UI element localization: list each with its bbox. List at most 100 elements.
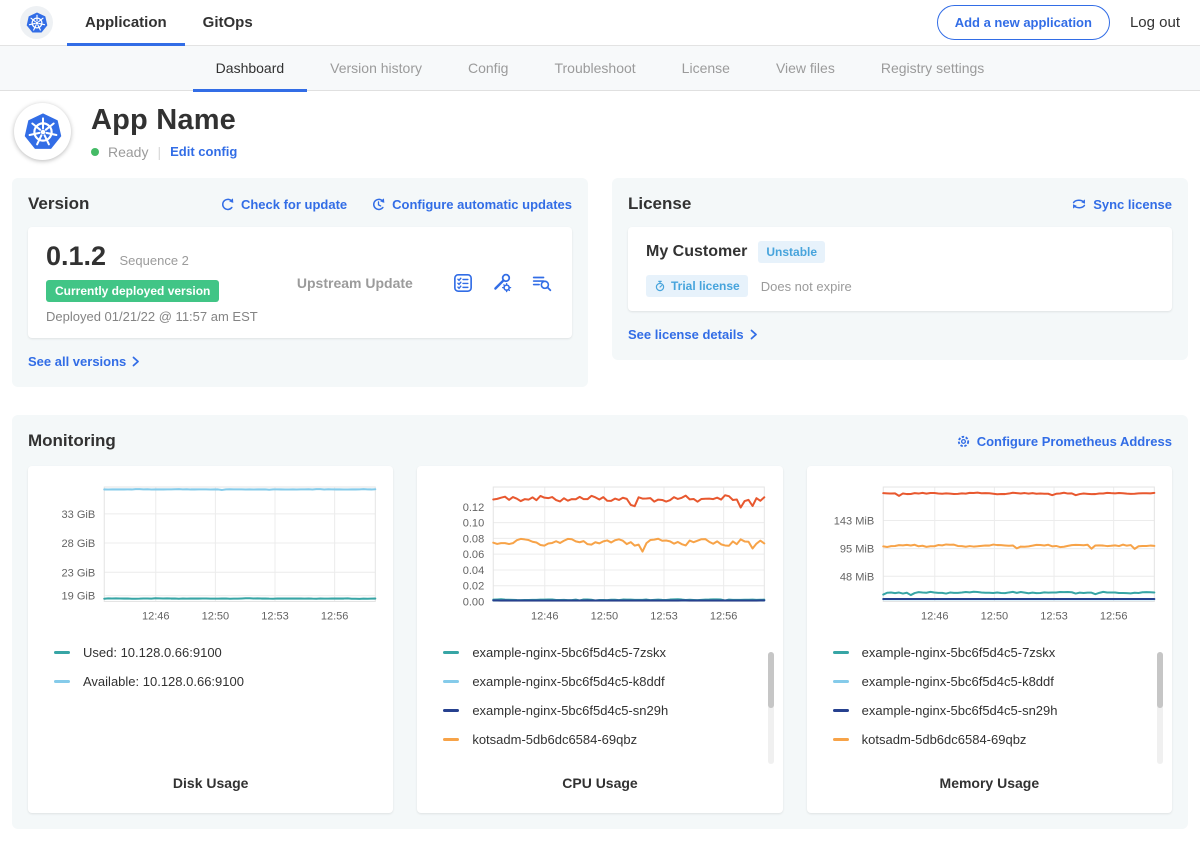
- svg-text:12:53: 12:53: [261, 611, 289, 623]
- svg-text:12:46: 12:46: [531, 611, 559, 623]
- svg-text:12:53: 12:53: [651, 611, 679, 623]
- monitoring-section: Monitoring Configure Prometheus Address …: [12, 415, 1188, 829]
- svg-text:12:50: 12:50: [591, 611, 619, 623]
- sync-license-link[interactable]: Sync license: [1071, 197, 1172, 212]
- main-content: Version Check for update: [0, 170, 1200, 847]
- legend-color-dash: [443, 680, 459, 683]
- preflight-checklist-icon[interactable]: [452, 272, 474, 294]
- legend-item: example-nginx-5bc6f5d4c5-k8ddf: [443, 674, 768, 689]
- legend-label: example-nginx-5bc6f5d4c5-k8ddf: [472, 674, 664, 689]
- scrollbar-thumb[interactable]: [1157, 652, 1163, 708]
- page-title: App Name: [91, 104, 237, 137]
- svg-text:0.10: 0.10: [463, 518, 484, 530]
- sequence-label: Sequence 2: [120, 253, 189, 268]
- subnav-tab-dashboard[interactable]: Dashboard: [193, 46, 308, 92]
- top-navbar: ApplicationGitOps Add a new application …: [0, 0, 1200, 46]
- chart-legend: Used: 10.128.0.66:9100 Available: 10.128.…: [42, 645, 379, 689]
- legend-color-dash: [443, 651, 459, 654]
- license-card: License Sync license My Cust: [612, 178, 1188, 360]
- legend-item: Used: 10.128.0.66:9100: [54, 645, 379, 660]
- edit-config-link[interactable]: Edit config: [170, 144, 237, 159]
- svg-text:0.06: 0.06: [463, 549, 484, 561]
- chart-title: Memory Usage: [821, 775, 1158, 791]
- legend-item: example-nginx-5bc6f5d4c5-sn29h: [833, 703, 1158, 718]
- legend-label: example-nginx-5bc6f5d4c5-7zskx: [472, 645, 666, 660]
- legend-label: Available: 10.128.0.66:9100: [83, 674, 244, 689]
- legend-item: example-nginx-5bc6f5d4c5-sn29h: [443, 703, 768, 718]
- subnav-tab-config[interactable]: Config: [445, 46, 531, 92]
- svg-text:12:56: 12:56: [321, 611, 349, 623]
- legend-scrollbar[interactable]: [1157, 652, 1163, 764]
- app-header: App Name Ready | Edit config: [0, 91, 1200, 170]
- see-all-versions-link[interactable]: See all versions: [28, 354, 140, 369]
- legend-item: example-nginx-5bc6f5d4c5-7zskx: [443, 645, 768, 660]
- svg-text:0.04: 0.04: [463, 565, 484, 577]
- configure-automatic-updates-link[interactable]: Configure automatic updates: [371, 197, 572, 212]
- legend-color-dash: [443, 709, 459, 712]
- legend-item: example-nginx-5bc6f5d4c5-7zskx: [833, 645, 1158, 660]
- legend-label: example-nginx-5bc6f5d4c5-sn29h: [862, 703, 1058, 718]
- add-application-button[interactable]: Add a new application: [937, 5, 1110, 40]
- legend-label: example-nginx-5bc6f5d4c5-7zskx: [862, 645, 1056, 660]
- svg-text:12:46: 12:46: [142, 611, 170, 623]
- svg-text:0.08: 0.08: [463, 533, 484, 545]
- license-card-title: License: [628, 194, 691, 214]
- legend-label: example-nginx-5bc6f5d4c5-k8ddf: [862, 674, 1054, 689]
- svg-text:19 GiB: 19 GiB: [61, 591, 95, 603]
- charts-grid: 33 GiB28 GiB23 GiB19 GiB12:4612:5012:531…: [28, 466, 1172, 813]
- legend-color-dash: [833, 651, 849, 654]
- subnav-tab-registry-settings[interactable]: Registry settings: [858, 46, 1007, 92]
- logout-link[interactable]: Log out: [1130, 14, 1180, 31]
- subnav-tab-view-files[interactable]: View files: [753, 46, 858, 92]
- nav-tab-gitops[interactable]: GitOps: [185, 0, 271, 46]
- subnav-tab-version-history[interactable]: Version history: [307, 46, 445, 92]
- chart-card-cpu-usage: 0.000.020.040.060.080.100.1212:4612:5012…: [417, 466, 782, 813]
- svg-text:143 MiB: 143 MiB: [833, 515, 873, 527]
- svg-text:12:50: 12:50: [202, 611, 230, 623]
- secondary-navbar: DashboardVersion historyConfigTroublesho…: [0, 46, 1200, 91]
- svg-text:0.02: 0.02: [463, 581, 484, 593]
- chart-plot: 0.000.020.040.060.080.100.1212:4612:5012…: [431, 479, 768, 630]
- nav-tab-application[interactable]: Application: [67, 0, 185, 46]
- configure-prometheus-link[interactable]: Configure Prometheus Address: [956, 434, 1172, 449]
- chart-legend: example-nginx-5bc6f5d4c5-7zskx example-ng…: [821, 645, 1158, 747]
- config-wrench-icon[interactable]: [491, 272, 513, 294]
- subnav-tab-troubleshoot[interactable]: Troubleshoot: [531, 46, 658, 92]
- channel-badge: Unstable: [758, 241, 825, 263]
- current-version-row: 0.1.2 Sequence 2 Currently deployed vers…: [28, 227, 572, 338]
- svg-text:12:56: 12:56: [1100, 611, 1128, 623]
- chart-title: CPU Usage: [431, 775, 768, 791]
- version-source: Upstream Update: [258, 275, 452, 291]
- license-type-badge: Trial license: [646, 275, 748, 297]
- chart-plot: 143 MiB95 MiB48 MiB12:4612:5012:5312:56: [821, 479, 1158, 630]
- kubernetes-logo-icon: [20, 6, 53, 39]
- legend-label: kotsadm-5db6dc6584-69qbz: [862, 732, 1027, 747]
- gear-icon: [956, 434, 971, 449]
- deployed-timestamp: Deployed 01/21/22 @ 11:57 am EST: [46, 309, 258, 324]
- app-icon: [14, 103, 71, 160]
- svg-text:23 GiB: 23 GiB: [61, 567, 95, 579]
- check-for-update-link[interactable]: Check for update: [220, 197, 347, 212]
- customer-name: My Customer: [646, 243, 747, 261]
- see-license-details-link[interactable]: See license details: [628, 327, 758, 342]
- legend-item: kotsadm-5db6dc6584-69qbz: [833, 732, 1158, 747]
- chevron-right-icon: [132, 356, 140, 367]
- sync-arrows-icon: [1071, 197, 1087, 211]
- legend-scrollbar[interactable]: [768, 652, 774, 764]
- legend-color-dash: [833, 709, 849, 712]
- version-number: 0.1.2: [46, 241, 106, 271]
- subnav-tab-license[interactable]: License: [659, 46, 753, 92]
- scrollbar-thumb[interactable]: [768, 652, 774, 708]
- legend-color-dash: [833, 680, 849, 683]
- svg-text:95 MiB: 95 MiB: [840, 544, 874, 556]
- legend-item: example-nginx-5bc6f5d4c5-k8ddf: [833, 674, 1158, 689]
- file-search-icon[interactable]: [530, 272, 554, 294]
- svg-text:12:50: 12:50: [980, 611, 1008, 623]
- legend-color-dash: [54, 680, 70, 683]
- svg-text:0.00: 0.00: [463, 596, 484, 608]
- legend-label: example-nginx-5bc6f5d4c5-sn29h: [472, 703, 668, 718]
- svg-text:28 GiB: 28 GiB: [61, 538, 95, 550]
- chart-title: Disk Usage: [42, 775, 379, 791]
- chevron-right-icon: [750, 329, 758, 340]
- legend-color-dash: [443, 738, 459, 741]
